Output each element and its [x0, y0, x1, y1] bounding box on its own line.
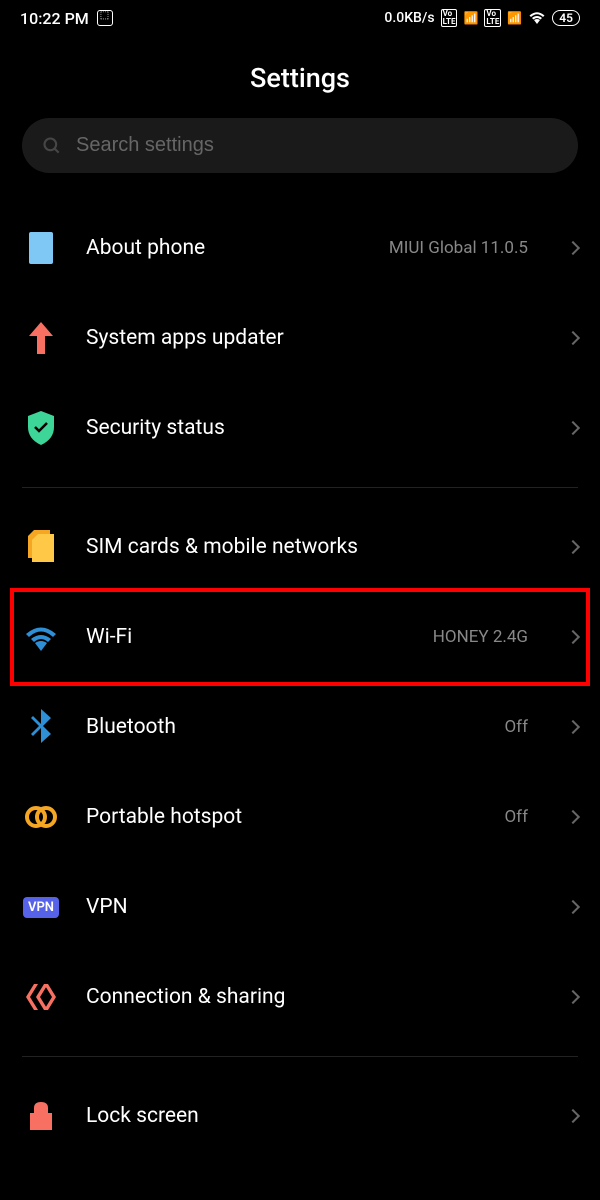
- bluetooth-item[interactable]: Bluetooth Off: [22, 682, 578, 772]
- updater-icon: [22, 319, 60, 357]
- divider: [22, 487, 578, 488]
- wifi-icon: [22, 618, 60, 656]
- phone-icon: [22, 229, 60, 267]
- item-label: Lock screen: [86, 1104, 542, 1128]
- shield-icon: [22, 409, 60, 447]
- battery-icon: 45: [552, 10, 580, 26]
- item-label: VPN: [86, 895, 542, 919]
- chevron-right-icon: [566, 720, 580, 734]
- item-value: HONEY 2.4G: [433, 627, 528, 647]
- item-label: System apps updater: [86, 326, 542, 350]
- sim-icon: [22, 528, 60, 566]
- connection-item[interactable]: Connection & sharing: [22, 952, 578, 1042]
- chevron-right-icon: [566, 630, 580, 644]
- search-box[interactable]: [22, 118, 578, 173]
- item-label: About phone: [86, 236, 363, 260]
- data-speed: 0.0KB/s: [384, 10, 434, 26]
- about-phone-item[interactable]: About phone MIUI Global 11.0.5: [22, 203, 578, 293]
- vpn-badge: VPN: [23, 897, 59, 918]
- highlight-box: Wi-Fi HONEY 2.4G: [10, 588, 590, 686]
- lockscreen-item[interactable]: Lock screen: [22, 1071, 578, 1161]
- chevron-right-icon: [566, 900, 580, 914]
- page-title: Settings: [0, 36, 600, 118]
- divider: [22, 1056, 578, 1057]
- item-label: SIM cards & mobile networks: [86, 535, 542, 559]
- chevron-right-icon: [566, 810, 580, 824]
- item-value: MIUI Global 11.0.5: [389, 238, 528, 258]
- search-icon: [42, 136, 62, 156]
- sim-cards-item[interactable]: SIM cards & mobile networks: [22, 502, 578, 592]
- vpn-item[interactable]: VPN VPN: [22, 862, 578, 952]
- status-bar: 10:22 PM 0.0KB/s VoLTE 📶 VoLTE 📶 45: [0, 0, 600, 36]
- chevron-right-icon: [566, 990, 580, 1004]
- item-label: Wi-Fi: [86, 625, 407, 649]
- volte-icon-1: VoLTE: [441, 9, 458, 27]
- signal-icon-1: 📶: [463, 11, 478, 25]
- item-label: Security status: [86, 416, 542, 440]
- wifi-item[interactable]: Wi-Fi HONEY 2.4G: [22, 592, 578, 682]
- connection-icon: [22, 978, 60, 1016]
- chevron-right-icon: [566, 421, 580, 435]
- item-label: Bluetooth: [86, 715, 478, 739]
- item-value: Off: [504, 717, 528, 737]
- security-item[interactable]: Security status: [22, 383, 578, 473]
- lock-icon: [22, 1097, 60, 1135]
- bluetooth-icon: [22, 708, 60, 746]
- item-value: Off: [504, 807, 528, 827]
- chevron-right-icon: [566, 540, 580, 554]
- status-time: 10:22 PM: [20, 9, 89, 28]
- app-icon: [97, 10, 113, 26]
- search-input[interactable]: [76, 134, 558, 157]
- hotspot-item[interactable]: Portable hotspot Off: [22, 772, 578, 862]
- vpn-icon: VPN: [22, 888, 60, 926]
- chevron-right-icon: [566, 1109, 580, 1123]
- volte-icon-2: VoLTE: [484, 9, 501, 27]
- hotspot-icon: [22, 798, 60, 836]
- chevron-right-icon: [566, 241, 580, 255]
- signal-icon-2: 📶: [507, 11, 522, 25]
- chevron-right-icon: [566, 331, 580, 345]
- system-apps-item[interactable]: System apps updater: [22, 293, 578, 383]
- wifi-status-icon: [528, 9, 546, 28]
- item-label: Portable hotspot: [86, 805, 478, 829]
- item-label: Connection & sharing: [86, 985, 542, 1009]
